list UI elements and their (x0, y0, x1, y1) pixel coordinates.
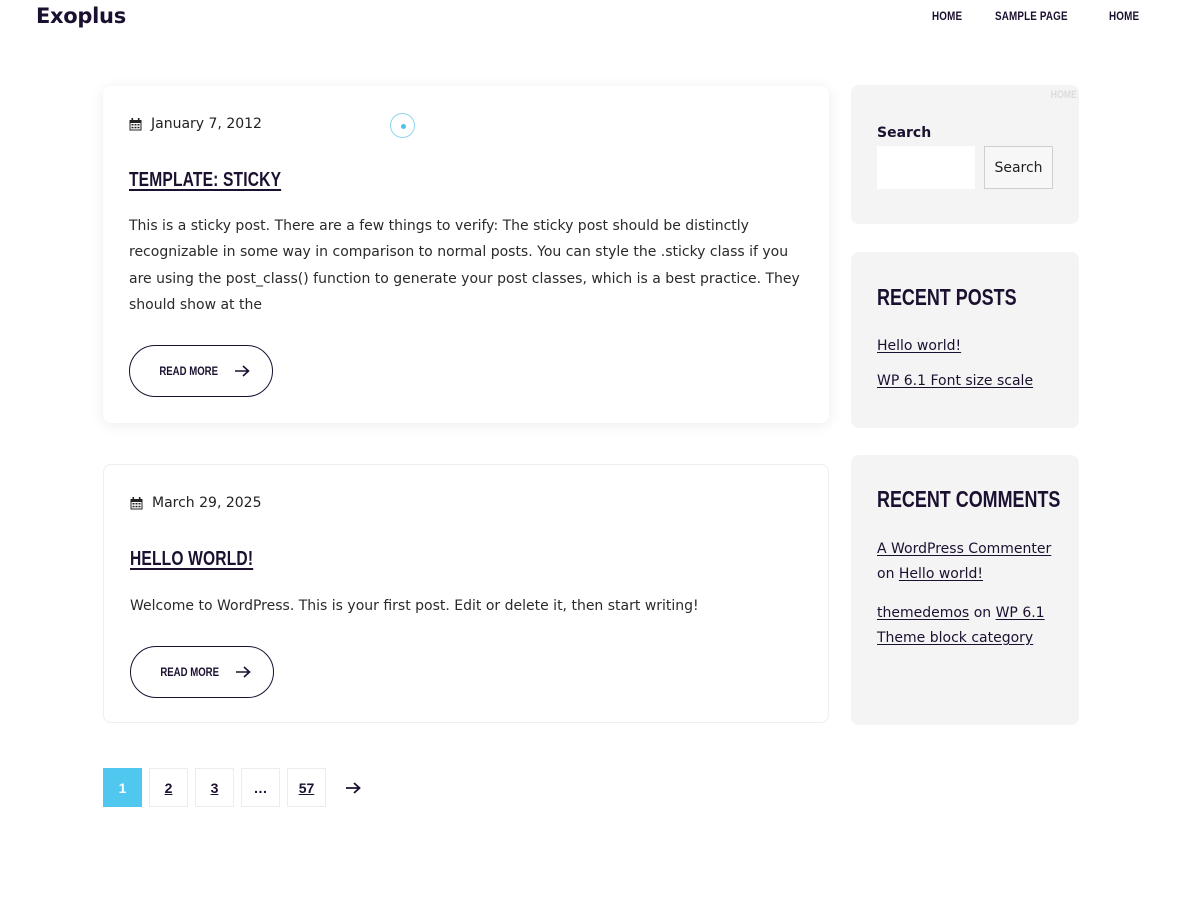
recent-posts-heading: RECENT POSTS (877, 284, 1017, 310)
ghost-home-label: HOME (1050, 89, 1077, 101)
comment-post-link[interactable]: Hello world! (899, 566, 983, 582)
recent-comments-list: A WordPress Commenter on Hello world! th… (877, 537, 1057, 665)
pagination: 1 2 3 … 57 (103, 768, 372, 807)
post-date-text: March 29, 2025 (152, 495, 262, 511)
arrow-right-icon (345, 781, 361, 794)
post-date: March 29, 2025 (130, 495, 261, 511)
spinner-icon (390, 113, 415, 138)
site-logo[interactable]: Exoplus (36, 4, 126, 28)
post-card-sticky: January 7, 2012 TEMPLATE: STICKY This is… (103, 86, 829, 423)
post-title-link[interactable]: TEMPLATE: STICKY (129, 169, 281, 192)
comment-on-text: on (973, 605, 992, 621)
post-date: January 7, 2012 (129, 116, 262, 132)
arrow-right-icon (234, 365, 250, 377)
search-widget: HOME Search Search (851, 85, 1079, 224)
post-excerpt: Welcome to WordPress. This is your first… (130, 598, 699, 614)
page-ellipsis: … (241, 768, 280, 807)
recent-comments-heading: RECENT COMMENTS (877, 486, 1061, 512)
read-more-label: READ MORE (159, 364, 219, 378)
nav-item-sample-page[interactable]: SAMPLE PAGE (995, 9, 1068, 23)
comment-item: themedemos on WP 6.1 Theme block categor… (877, 601, 1057, 651)
post-title-link[interactable]: HELLO WORLD! (130, 548, 253, 571)
page-1-current: 1 (103, 768, 142, 807)
recent-posts-list: Hello world! WP 6.1 Font size scale (877, 335, 1057, 405)
recent-post-link[interactable]: WP 6.1 Font size scale (877, 370, 1057, 392)
read-more-button[interactable]: READ MORE (129, 345, 273, 397)
post-date-text: January 7, 2012 (151, 116, 262, 132)
comment-item: A WordPress Commenter on Hello world! (877, 537, 1057, 587)
calendar-icon (129, 117, 142, 130)
arrow-right-icon (235, 666, 251, 678)
nav-item-home[interactable]: HOME (932, 9, 962, 23)
recent-post-link[interactable]: Hello world! (877, 335, 1057, 357)
next-page-button[interactable] (333, 768, 372, 807)
read-more-button[interactable]: READ MORE (130, 646, 274, 698)
post-card-hello-world: March 29, 2025 HELLO WORLD! Welcome to W… (103, 464, 829, 723)
calendar-icon (130, 496, 143, 509)
nav-item-home-2[interactable]: HOME (1109, 9, 1139, 23)
page-2-link[interactable]: 2 (149, 768, 188, 807)
comment-author-link[interactable]: themedemos (877, 605, 969, 621)
recent-posts-widget: RECENT POSTS Hello world! WP 6.1 Font si… (851, 252, 1079, 428)
page-3-link[interactable]: 3 (195, 768, 234, 807)
post-excerpt: This is a sticky post. There are a few t… (129, 218, 800, 314)
search-label: Search (877, 125, 932, 141)
page-57-link[interactable]: 57 (287, 768, 326, 807)
main-nav: HOME SAMPLE PAGE HOME (932, 9, 1146, 23)
search-button[interactable]: Search (984, 146, 1053, 189)
comment-author-link[interactable]: A WordPress Commenter (877, 541, 1051, 557)
search-input[interactable] (877, 146, 975, 189)
site-header: Exoplus HOME SAMPLE PAGE HOME (0, 0, 1200, 40)
recent-comments-widget: RECENT COMMENTS A WordPress Commenter on… (851, 455, 1079, 725)
read-more-label: READ MORE (160, 665, 220, 679)
comment-on-text: on (877, 566, 895, 582)
